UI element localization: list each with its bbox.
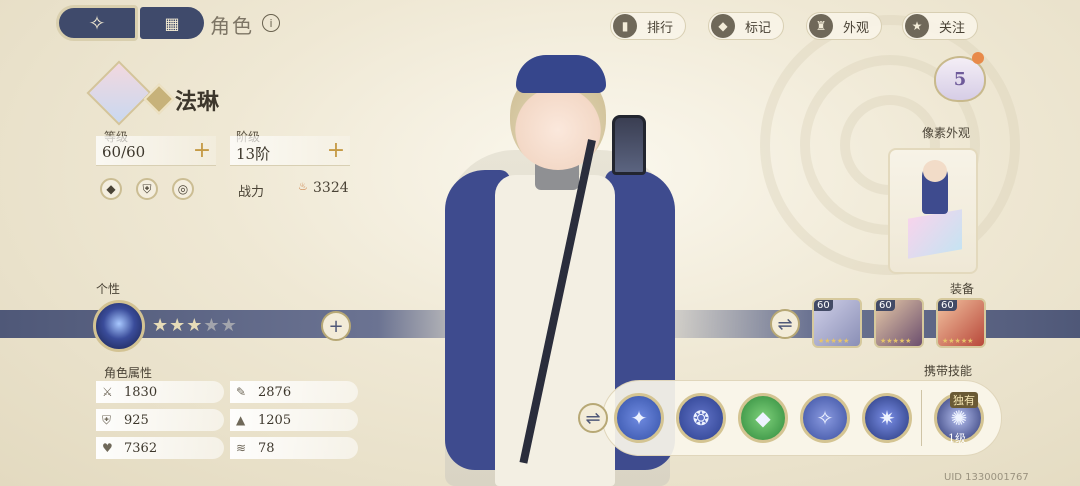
star-icon: ★ — [186, 315, 204, 336]
sword-icon: ⚔ — [102, 385, 113, 399]
skill-icon: ◆ — [755, 406, 771, 430]
attribute-value: 1830 — [124, 384, 158, 400]
skill-icon: ✷ — [878, 406, 896, 430]
star-empty-icon: ★ — [203, 315, 221, 336]
attribute-swirl-icon[interactable]: ◎ — [172, 178, 194, 200]
attribute-row: ⛨ 925 — [96, 409, 224, 431]
equipment-slot[interactable]: 60 ★★★★★ — [936, 298, 986, 348]
equipment-level: 60 — [876, 300, 895, 311]
power-value: 3324 — [313, 180, 349, 196]
tag-icon: ◆ — [711, 14, 735, 38]
skill-icon: ✦ — [630, 406, 648, 430]
info-icon[interactable]: i — [262, 14, 280, 32]
level-up-button[interactable]: + — [192, 140, 212, 162]
character-hat — [516, 55, 606, 93]
ranking-icon: ▮ — [613, 14, 637, 38]
attribute-row: ▲ 1205 — [230, 409, 358, 431]
equipment-slot[interactable]: 60 ★★★★★ — [812, 298, 862, 348]
star-icon: ★ — [152, 315, 170, 336]
equipment-slot[interactable]: 60 ★★★★★ — [874, 298, 924, 348]
level-value: 60/60 — [102, 143, 146, 161]
outfit-icon: ♜ — [809, 14, 833, 38]
tag-button[interactable]: ◆ 标记 — [708, 12, 785, 40]
skill-slot[interactable]: ❂ — [676, 393, 726, 443]
attribute-value: 2876 — [258, 384, 292, 400]
swap-equipment-button[interactable]: ⇌ — [770, 309, 800, 339]
star-icon: ★ — [169, 315, 187, 336]
rank-value: 13阶 — [236, 145, 271, 163]
equipment-level: 60 — [938, 300, 957, 311]
star-icon: ★ — [905, 14, 929, 38]
star-empty-icon: ★ — [220, 315, 238, 336]
grid-icon: ▦ — [164, 13, 180, 33]
attributes-label: 角色属性 — [104, 366, 153, 380]
attribute-row: ≋ 78 — [230, 437, 358, 459]
level-box: 60/60 + — [96, 136, 216, 166]
pixel-look-label: 像素外观 — [922, 126, 971, 140]
outfit-label: 外观 — [843, 20, 870, 36]
equipment-stars: ★★★★★ — [880, 337, 912, 345]
persona-label: 个性 — [96, 282, 121, 296]
skill-icon: ❂ — [692, 406, 710, 430]
faction-icon[interactable]: ⛨ — [136, 178, 158, 200]
ranking-label: 排行 — [647, 20, 674, 36]
ranking-button[interactable]: ▮ 排行 — [610, 12, 687, 40]
rank-box: 13阶 + — [230, 136, 350, 166]
awakening-level: 5 — [953, 68, 967, 90]
role-icon[interactable]: ◆ — [100, 178, 122, 200]
heart-icon: ♥ — [102, 441, 113, 455]
class-emblem-icon — [86, 60, 152, 126]
uid-text: UID 1330001767 — [944, 472, 1029, 483]
attribute-value: 78 — [258, 440, 275, 456]
flame-icon: ♨ — [298, 180, 308, 193]
attribute-value: 925 — [124, 412, 149, 428]
attribute-row: ✎ 2876 — [230, 381, 358, 403]
pixel-look-thumbnail[interactable] — [888, 148, 978, 274]
persona-add-button[interactable]: + — [321, 311, 351, 341]
back-icon: ✧ — [88, 11, 106, 35]
character-name: 法琳 — [175, 89, 220, 115]
unique-skill-icon: ✺ — [950, 406, 968, 430]
element-icon — [143, 83, 175, 115]
attribute-row: ⚔ 1830 — [96, 381, 224, 403]
persona-stars: ★★★★★ — [152, 315, 238, 336]
shield-icon: ⛨ — [102, 412, 112, 427]
skill-slot[interactable]: ✦ — [614, 393, 664, 443]
skill-icon: ✧ — [816, 406, 834, 430]
unique-skill-level: 1级 — [948, 432, 966, 445]
hat-icon: ▲ — [236, 413, 246, 427]
page-title: 角色 — [210, 14, 254, 38]
skill-slot[interactable]: ✧ — [800, 393, 850, 443]
follow-button[interactable]: ★ 关注 — [902, 12, 979, 40]
lantern — [612, 115, 646, 175]
attribute-value: 1205 — [258, 412, 292, 428]
pixel-pedestal — [908, 209, 962, 259]
notification-dot — [972, 52, 984, 64]
skills-label: 携带技能 — [924, 364, 973, 378]
equipment-stars: ★★★★★ — [942, 337, 974, 345]
attribute-row: ♥ 7362 — [96, 437, 224, 459]
tag-label: 标记 — [745, 20, 772, 36]
pixel-character-head — [923, 160, 947, 182]
magic-icon: ✎ — [236, 385, 247, 399]
skill-slot[interactable]: ✷ — [862, 393, 912, 443]
outfit-button[interactable]: ♜ 外观 — [806, 12, 883, 40]
skills-divider — [921, 390, 922, 446]
attribute-value: 7362 — [124, 440, 158, 456]
swap-skills-button[interactable]: ⇌ — [578, 403, 608, 433]
power-label: 战力 — [238, 185, 265, 200]
equipment-level: 60 — [814, 300, 833, 311]
wing-icon: ≋ — [236, 441, 247, 455]
unique-tag: 独有 — [950, 392, 978, 408]
back-button[interactable]: ✧ — [56, 5, 138, 41]
equipment-label: 装备 — [950, 282, 975, 296]
follow-label: 关注 — [939, 20, 966, 36]
rank-up-button[interactable]: + — [326, 140, 346, 162]
skill-slot[interactable]: ◆ — [738, 393, 788, 443]
equipment-stars: ★★★★★ — [818, 337, 850, 345]
persona-orb-icon[interactable] — [93, 300, 145, 352]
menu-grid-button[interactable]: ▦ — [140, 7, 204, 39]
